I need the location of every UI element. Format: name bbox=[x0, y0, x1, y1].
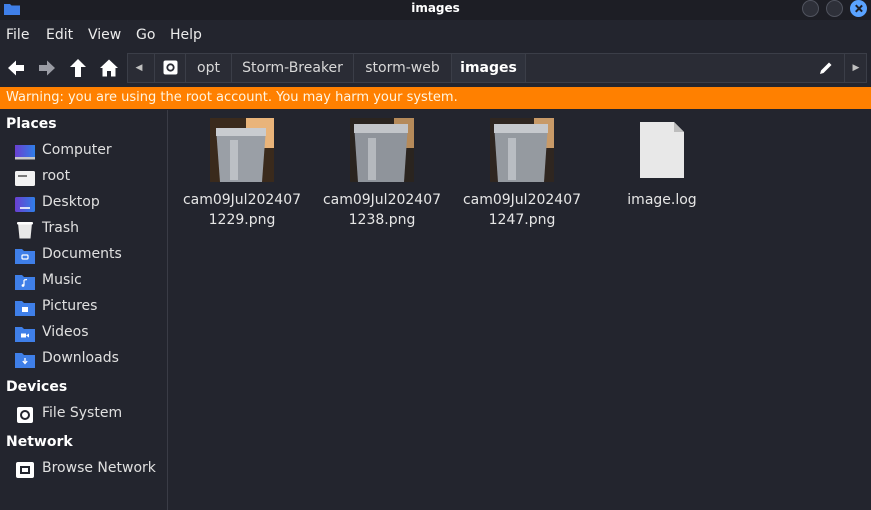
file-item[interactable]: cam09Jul2024071238.png bbox=[317, 118, 447, 230]
file-name: cam09Jul2024071238.png bbox=[322, 192, 442, 228]
window-title: images bbox=[411, 1, 460, 15]
file-item[interactable]: cam09Jul2024071247.png bbox=[457, 118, 587, 230]
menu-help[interactable]: Help bbox=[170, 27, 202, 43]
file-item[interactable]: cam09Jul2024071229.png bbox=[177, 118, 307, 230]
sidebar: Places Computer root Desktop Trash Docum… bbox=[0, 110, 168, 510]
forward-arrow-icon[interactable] bbox=[36, 57, 58, 79]
menu-go[interactable]: Go bbox=[136, 27, 155, 43]
menu-file[interactable]: File bbox=[6, 27, 29, 43]
trash-icon bbox=[17, 222, 33, 239]
sidebar-item-root[interactable]: root bbox=[14, 167, 164, 189]
sidebar-item-music[interactable]: Music bbox=[14, 271, 164, 293]
sidebar-item-label: Pictures bbox=[42, 298, 98, 314]
sidebar-item-label: Browse Network bbox=[42, 460, 156, 476]
up-arrow-icon[interactable] bbox=[67, 57, 89, 79]
image-thumbnail bbox=[210, 118, 274, 182]
crumb-images[interactable]: images bbox=[452, 54, 526, 82]
title-bar: images bbox=[0, 0, 871, 20]
path-scroll-left-icon[interactable]: ◀ bbox=[128, 54, 150, 82]
downloads-folder-icon bbox=[15, 353, 35, 368]
path-scroll-right-icon[interactable]: ▶ bbox=[844, 54, 867, 82]
file-name: image.log bbox=[627, 192, 697, 208]
warning-text: Warning: you are using the root account.… bbox=[6, 90, 458, 105]
devices-heading: Devices bbox=[6, 379, 68, 395]
sidebar-item-trash[interactable]: Trash bbox=[14, 219, 164, 241]
back-arrow-icon[interactable] bbox=[5, 57, 27, 79]
crumb-opt[interactable]: opt bbox=[186, 54, 232, 82]
menu-view[interactable]: View bbox=[88, 27, 121, 43]
documents-folder-icon bbox=[15, 249, 35, 264]
path-root-button[interactable] bbox=[154, 54, 186, 82]
sidebar-item-label: Downloads bbox=[42, 350, 119, 366]
sidebar-item-browse-network[interactable]: Browse Network bbox=[14, 459, 164, 481]
home-icon[interactable] bbox=[98, 57, 120, 79]
sidebar-item-label: Desktop bbox=[42, 194, 100, 210]
path-bar: ◀ opt Storm-Breaker storm-web images ▶ bbox=[127, 53, 867, 83]
root-warning-banner: Warning: you are using the root account.… bbox=[0, 87, 871, 109]
network-heading: Network bbox=[6, 434, 73, 450]
image-thumbnail bbox=[350, 118, 414, 182]
crumb-storm-breaker[interactable]: Storm-Breaker bbox=[232, 54, 354, 82]
menu-edit[interactable]: Edit bbox=[46, 27, 73, 43]
sidebar-item-label: Trash bbox=[42, 220, 79, 236]
menu-bar: File Edit View Go Help bbox=[0, 22, 871, 48]
sidebar-item-label: Computer bbox=[42, 142, 112, 158]
sidebar-item-downloads[interactable]: Downloads bbox=[14, 349, 164, 371]
pictures-folder-icon bbox=[15, 301, 35, 316]
file-name: cam09Jul2024071229.png bbox=[182, 192, 302, 228]
file-name: cam09Jul2024071247.png bbox=[462, 192, 582, 228]
videos-folder-icon bbox=[15, 327, 35, 342]
text-file-icon bbox=[640, 122, 684, 178]
close-button[interactable] bbox=[850, 0, 867, 17]
places-heading: Places bbox=[6, 116, 57, 132]
image-thumbnail bbox=[490, 118, 554, 182]
network-icon bbox=[16, 462, 34, 478]
maximize-button[interactable] bbox=[826, 0, 843, 17]
sidebar-item-desktop[interactable]: Desktop bbox=[14, 193, 164, 215]
file-view: cam09Jul2024071229.png cam09Jul202407123… bbox=[169, 110, 871, 510]
sidebar-item-label: Music bbox=[42, 272, 82, 288]
music-folder-icon bbox=[15, 275, 35, 290]
sidebar-item-videos[interactable]: Videos bbox=[14, 323, 164, 345]
minimize-button[interactable] bbox=[802, 0, 819, 17]
sidebar-item-label: root bbox=[42, 168, 71, 184]
sidebar-item-pictures[interactable]: Pictures bbox=[14, 297, 164, 319]
file-item[interactable]: image.log bbox=[597, 118, 727, 210]
drive-icon bbox=[17, 407, 33, 423]
sidebar-item-documents[interactable]: Documents bbox=[14, 245, 164, 267]
crumb-storm-web[interactable]: storm-web bbox=[354, 54, 452, 82]
edit-path-icon[interactable] bbox=[818, 60, 834, 76]
sidebar-item-computer[interactable]: Computer bbox=[14, 141, 164, 163]
sidebar-item-label: Documents bbox=[42, 246, 122, 262]
sidebar-item-file-system[interactable]: File System bbox=[14, 404, 164, 426]
desktop-icon bbox=[15, 197, 35, 212]
home-folder-icon bbox=[15, 171, 35, 186]
sidebar-item-label: File System bbox=[42, 405, 123, 421]
drive-icon bbox=[163, 60, 178, 75]
sidebar-item-label: Videos bbox=[42, 324, 89, 340]
computer-icon bbox=[15, 145, 35, 160]
